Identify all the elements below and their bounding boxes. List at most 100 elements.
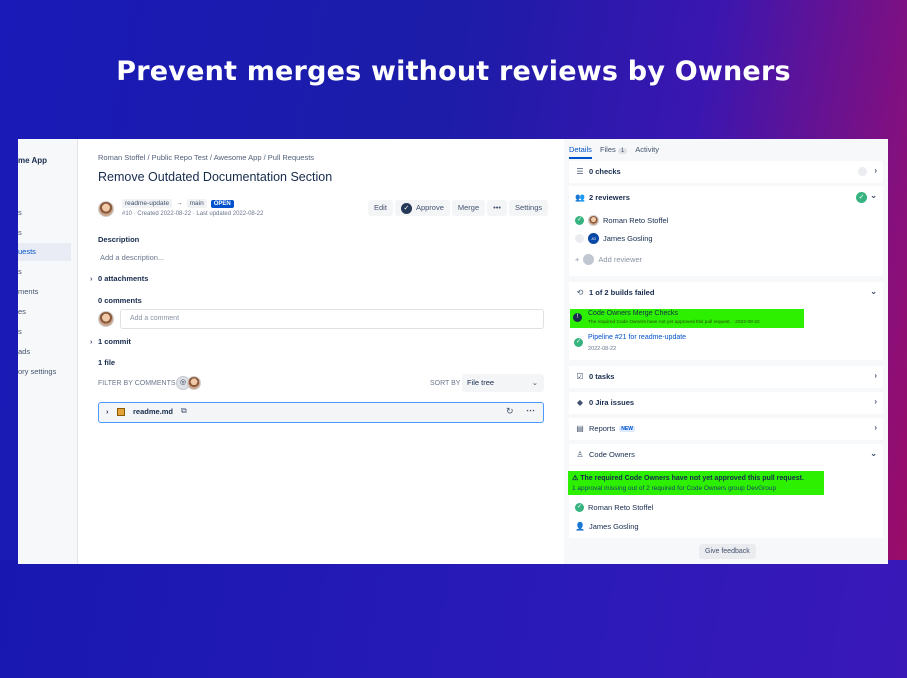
jira-row: ◆ 0 Jira issues	[575, 398, 634, 407]
avatar	[588, 215, 599, 226]
pipeline-link[interactable]: Pipeline #21 for readme-update	[588, 334, 686, 341]
sidebar-item[interactable]: s	[18, 228, 22, 237]
sort-select[interactable]: File tree ⌄	[462, 374, 544, 392]
chevron-right-icon[interactable]: ›	[874, 397, 877, 406]
chevron-right-icon[interactable]: ›	[874, 423, 877, 432]
jira-card[interactable]: ◆ 0 Jira issues ›	[569, 392, 883, 414]
failed-build-highlight[interactable]: ! Code Owners Merge Checks The required …	[570, 309, 804, 328]
user-icon: 👤	[575, 522, 585, 531]
chevron-down-icon[interactable]: ⌄	[870, 287, 877, 296]
add-reviewer-button[interactable]: + Add reviewer	[575, 254, 642, 265]
settings-button[interactable]: Settings	[509, 200, 549, 216]
sidebar-item[interactable]: s	[18, 267, 22, 276]
breadcrumb-item[interactable]: Awesome App	[214, 153, 262, 162]
source-branch[interactable]: readme-update	[122, 199, 173, 208]
approved-check-icon: ✓	[575, 503, 584, 512]
main-panel: Roman Stoffel / Public Repo Test / Aweso…	[78, 139, 564, 564]
chevron-right-icon: ›	[90, 337, 93, 346]
files-heading: 1 file	[98, 358, 116, 367]
comment-input[interactable]: Add a comment	[120, 309, 544, 329]
commits-toggle[interactable]: › 1 commit	[90, 337, 131, 346]
code-owners-row[interactable]: ♙ Code Owners	[575, 450, 634, 459]
chevron-right-icon[interactable]: ›	[874, 166, 877, 175]
sidebar-item[interactable]: ments	[18, 287, 38, 296]
sidebar-item[interactable]: s	[18, 327, 22, 336]
approved-check-icon: ✓	[575, 216, 584, 225]
approved-icon: ✓	[856, 192, 867, 203]
target-branch[interactable]: main	[186, 199, 207, 208]
breadcrumb-item[interactable]: Public Repo Test	[152, 153, 208, 162]
tasks-card[interactable]: ☑ 0 tasks ›	[569, 366, 883, 388]
description-placeholder[interactable]: Add a description...	[100, 253, 164, 262]
sort-select-value: File tree	[467, 378, 495, 387]
app-screenshot: me App s s uests s ments es s ads ory se…	[18, 139, 888, 564]
code-owner-name[interactable]: Roman Reto Stoffel	[588, 503, 653, 512]
status-dot	[858, 167, 867, 176]
attachments-label: 0 attachments	[98, 274, 149, 283]
details-panel: Details Files 1 Activity ☰ 0 checks › 👥 …	[564, 139, 888, 564]
chevron-right-icon[interactable]: ›	[874, 371, 877, 380]
builds-row[interactable]: ⟲ 1 of 2 builds failed	[575, 288, 655, 297]
sidebar-item-pull-requests[interactable]: uests	[18, 243, 71, 261]
chevron-down-icon[interactable]: ⌄	[870, 191, 877, 200]
reports-row: ▤ Reports NEW	[575, 424, 635, 433]
merge-button[interactable]: Merge	[451, 200, 486, 216]
chevron-down-icon[interactable]: ⌄	[870, 449, 877, 458]
copy-icon[interactable]: ⧉	[181, 406, 187, 416]
tab-files[interactable]: Files 1	[599, 145, 628, 159]
breadcrumb-item[interactable]: Roman Stoffel	[98, 153, 145, 162]
new-badge: NEW	[619, 425, 635, 432]
pending-icon	[575, 234, 584, 243]
author-avatar[interactable]	[98, 201, 114, 217]
arrow-right-icon: →	[176, 200, 183, 207]
code-owners-warning: ⚠ The required Code Owners have not yet …	[568, 471, 824, 495]
more-icon: •••	[493, 203, 502, 212]
reviewer-name[interactable]: Roman Reto Stoffel	[603, 216, 668, 225]
reviewers-card: 👥 2 reviewers ✓ ⌄ ✓ Roman Reto Stoffel J…	[569, 186, 883, 276]
more-icon[interactable]: ⋯	[526, 405, 535, 416]
code-owner-name[interactable]: James Gosling	[589, 522, 639, 531]
sidebar-item-repository-settings[interactable]: ory settings	[18, 367, 56, 376]
current-user-avatar	[98, 311, 114, 327]
user-placeholder-icon	[583, 254, 595, 265]
sidebar: me App s s uests s ments es s ads ory se…	[18, 139, 78, 564]
chevron-right-icon[interactable]: ›	[106, 407, 109, 416]
breadcrumb-separator: /	[209, 153, 213, 162]
breadcrumb-item[interactable]: Pull Requests	[268, 153, 314, 162]
status-badge: OPEN	[210, 199, 234, 208]
sidebar-item[interactable]: es	[18, 307, 26, 316]
sidebar-item[interactable]: ads	[18, 347, 30, 356]
file-row[interactable]: › readme.md ⧉ ↻ ⋯	[98, 402, 544, 423]
filter-avatars: ◎	[176, 376, 201, 390]
reviewers-row[interactable]: 👥 2 reviewers	[575, 193, 630, 202]
reports-card[interactable]: ▤ Reports NEW ›	[569, 418, 883, 440]
merge-button-label: Merge	[457, 203, 480, 212]
add-reviewer-label: Add reviewer	[598, 255, 643, 264]
edit-button[interactable]: Edit	[368, 200, 393, 216]
checks-card[interactable]: ☰ 0 checks ›	[569, 161, 883, 183]
attachments-toggle[interactable]: › 0 attachments	[90, 274, 148, 283]
sync-icon: ⟲	[576, 288, 584, 297]
reviewers-label: 2 reviewers	[589, 193, 630, 202]
breadcrumb: Roman Stoffel / Public Repo Test / Aweso…	[98, 153, 314, 162]
give-feedback-button[interactable]: Give feedback	[699, 544, 756, 559]
reviewer-name[interactable]: James Gosling	[603, 234, 653, 243]
tab-details[interactable]: Details	[569, 145, 592, 159]
sidebar-item[interactable]: s	[18, 208, 22, 217]
more-actions-button[interactable]: •••	[487, 200, 508, 216]
owner-icon: ♙	[576, 450, 584, 459]
warning-detail: 1 approval missing out of 2 required for…	[572, 485, 777, 492]
builds-label: 1 of 2 builds failed	[589, 288, 655, 297]
checks-label: 0 checks	[589, 167, 621, 176]
filter-user-avatar[interactable]	[187, 376, 201, 390]
jira-label: 0 Jira issues	[589, 398, 635, 407]
tab-activity[interactable]: Activity	[635, 145, 659, 159]
failed-build-subtitle: The required Code Owners have not yet ap…	[588, 320, 760, 325]
refresh-icon[interactable]: ↻	[506, 406, 514, 417]
check-icon: ✓	[400, 202, 412, 214]
tab-files-label: Files	[599, 145, 616, 154]
list-icon: ☰	[576, 167, 584, 176]
approve-button[interactable]: ✓ Approve	[394, 200, 450, 216]
file-name[interactable]: readme.md	[133, 407, 173, 416]
sidebar-project-name[interactable]: me App	[18, 156, 47, 165]
